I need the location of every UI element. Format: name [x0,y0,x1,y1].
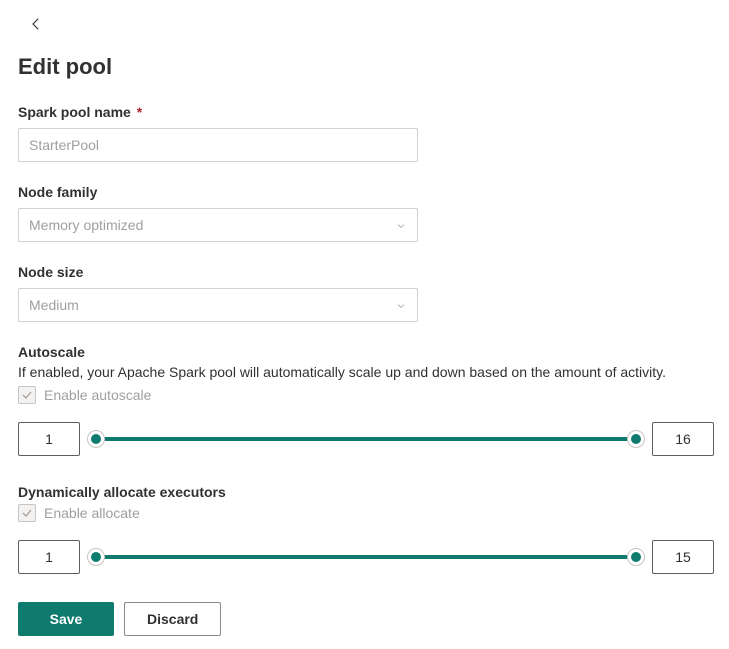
node-family-value: Memory optimized [29,217,143,233]
arrow-left-icon [27,15,45,33]
executors-slider[interactable] [96,547,636,567]
node-family-select[interactable]: Memory optimized [18,208,418,242]
autoscale-slider[interactable] [96,429,636,449]
action-button-row: Save Discard [18,602,711,636]
enable-autoscale-label: Enable autoscale [44,387,151,403]
chevron-down-icon [395,219,407,231]
field-node-family: Node family Memory optimized [18,184,711,242]
executors-min-input[interactable] [18,540,80,574]
label-spark-pool-name: Spark pool name * [18,104,711,120]
node-size-select[interactable]: Medium [18,288,418,322]
required-star: * [137,104,142,120]
back-arrow-button[interactable] [24,12,48,36]
executors-section: Dynamically allocate executors Enable al… [18,484,711,574]
save-button[interactable]: Save [18,602,114,636]
field-spark-pool-name: Spark pool name * [18,104,711,162]
chevron-down-icon [395,299,407,311]
spark-pool-name-input[interactable] [18,128,418,162]
label-text: Spark pool name [18,104,131,120]
slider-track [96,555,636,559]
enable-allocate-checkbox[interactable] [18,504,36,522]
autoscale-help-text: If enabled, your Apache Spark pool will … [18,364,711,380]
label-node-size: Node size [18,264,711,280]
autoscale-min-input[interactable] [18,422,80,456]
discard-button[interactable]: Discard [124,602,221,636]
executors-heading: Dynamically allocate executors [18,484,711,500]
checkmark-icon [21,507,33,519]
field-node-size: Node size Medium [18,264,711,322]
enable-autoscale-checkbox[interactable] [18,386,36,404]
executors-slider-max-thumb[interactable] [627,548,645,566]
label-node-family: Node family [18,184,711,200]
executors-slider-row [18,540,714,574]
page-title: Edit pool [18,54,711,80]
executors-slider-min-thumb[interactable] [87,548,105,566]
autoscale-max-input[interactable] [652,422,714,456]
executors-max-input[interactable] [652,540,714,574]
enable-allocate-row: Enable allocate [18,504,711,522]
slider-track [96,437,636,441]
autoscale-section: Autoscale If enabled, your Apache Spark … [18,344,711,456]
autoscale-slider-max-thumb[interactable] [627,430,645,448]
autoscale-slider-min-thumb[interactable] [87,430,105,448]
node-size-value: Medium [29,297,79,313]
enable-allocate-label: Enable allocate [44,505,140,521]
enable-autoscale-row: Enable autoscale [18,386,711,404]
autoscale-slider-row [18,422,714,456]
autoscale-heading: Autoscale [18,344,711,360]
checkmark-icon [21,389,33,401]
